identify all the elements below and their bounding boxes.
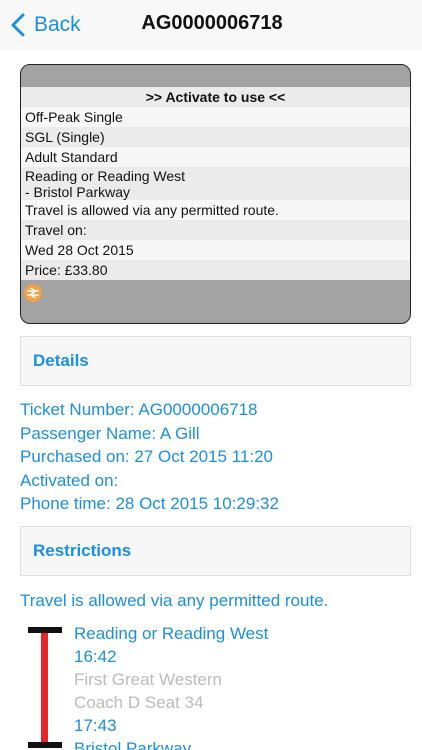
ticket-travel-on-label: Travel on: [21,220,410,240]
restrictions-heading: Restrictions [33,541,132,560]
ticket-header-band [21,65,410,87]
restrictions-text: Travel is allowed via any permitted rout… [20,591,329,610]
origin-station: Reading or Reading West [74,624,269,643]
ticket-travel-date: Wed 28 Oct 2015 [21,240,410,260]
ticket-card[interactable]: >> Activate to use << Off-Peak Single SG… [20,64,411,324]
details-heading: Details [33,351,89,370]
ticket-route-restriction: Travel is allowed via any permitted rout… [21,200,410,220]
activate-prompt[interactable]: >> Activate to use << [21,87,410,107]
ticket-class: SGL (Single) [21,127,410,147]
ticket-route-from: Reading or Reading West [25,168,186,184]
details-info: Ticket Number: AG0000006718 Passenger Na… [20,398,279,516]
arrival-time: 17:43 [74,716,117,735]
navigation-bar: Back AG0000006718 [0,0,422,50]
journey-end-marker [28,742,62,748]
ticket-type: Off-Peak Single [21,107,410,127]
departure-time: 16:42 [74,647,117,666]
seat-reservation: Coach D Seat 34 [74,693,204,712]
train-operator: First Great Western [74,670,222,689]
activated-on: Activated on: [20,470,119,490]
journey-route-line [41,633,48,745]
purchased-on: Purchased on: 27 Oct 2015 11:20 [20,447,273,466]
ticket-footer-band [21,280,410,308]
ticket-passenger-type: Adult Standard [21,147,410,167]
page-title: AG0000006718 [141,12,283,34]
ticket-price: Price: £33.80 [21,260,410,280]
national-rail-icon [24,284,42,302]
destination-station: Bristol Parkway [74,739,192,750]
ticket-route: Reading or Reading West - Bristol Parkwa… [21,167,410,200]
restrictions-section-header[interactable]: Restrictions [20,526,411,576]
ticket-route-to: - Bristol Parkway [25,184,131,200]
ticket-number: Ticket Number: AG0000006718 [20,400,258,419]
phone-time: Phone time: 28 Oct 2015 10:29:32 [20,494,279,513]
details-section-header[interactable]: Details [20,336,411,386]
passenger-name: Passenger Name: A Gill [20,423,200,443]
